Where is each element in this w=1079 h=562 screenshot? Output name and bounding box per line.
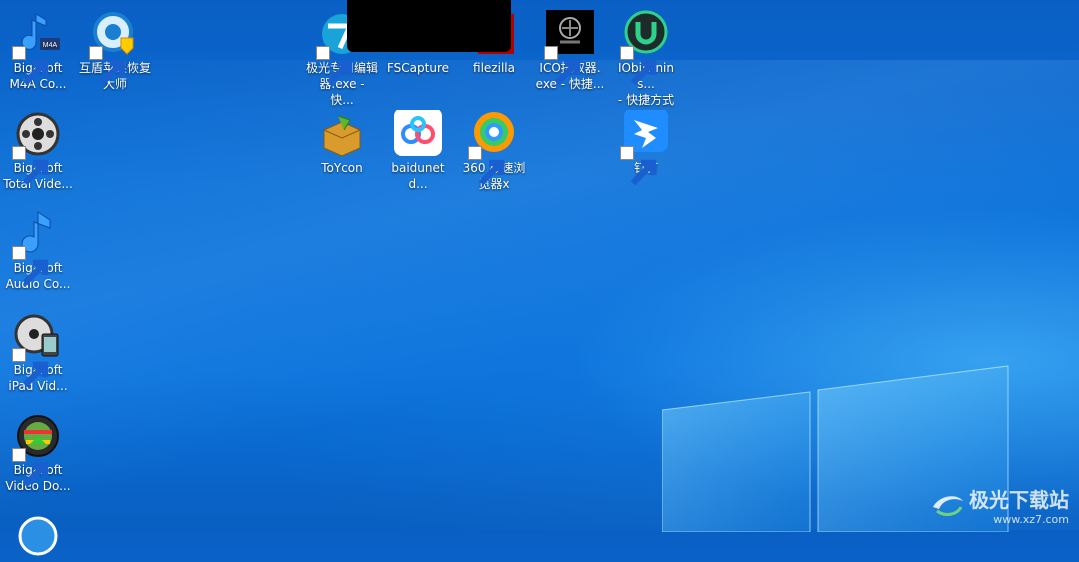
desktop-icon-bigasoft-m4a[interactable]: M4A Bigasoft M4A Co... [0, 10, 76, 92]
shortcut-arrow-icon [620, 146, 657, 186]
desktop-icon-toycon[interactable]: ToYcon [304, 110, 380, 176]
film-reel-ipad-icon [12, 312, 62, 388]
watermark-logo-icon [933, 496, 963, 516]
desktop-icon-dingding[interactable]: 钉钉 [608, 110, 684, 186]
desktop-icon-bigasoft-ipad-video[interactable]: Bigasoft iPad Vid... [0, 312, 76, 394]
icon-label: baidunetd... [391, 161, 445, 191]
desktop-icon-bigasoft-audio[interactable]: Bigasoft Audio Co... [0, 210, 76, 292]
desktop-icon-ico-extractor[interactable]: ICO提取器. exe - 快捷... [532, 10, 608, 92]
watermark-url: www.xz7.com [993, 513, 1069, 526]
redacted-area [347, 0, 511, 52]
shortcut-arrow-icon [12, 448, 49, 488]
shortcut-arrow-icon [468, 146, 505, 186]
desktop-icon-partial[interactable] [0, 512, 76, 562]
desktop-icon-baidunetdisk[interactable]: baidunetd... [380, 110, 456, 192]
dingtalk-icon [620, 110, 670, 186]
site-watermark: 极光下载站 www.xz7.com [931, 484, 1069, 526]
desktop-icon-hudun[interactable]: 互盾苹果恢复 大师 [77, 10, 153, 92]
shortcut-arrow-icon [316, 46, 353, 86]
music-note-icon: M4A [12, 10, 62, 86]
baidu-netdisk-icon [394, 110, 442, 158]
music-note-icon [12, 210, 62, 286]
desktop-icon-iobit-uninstaller[interactable]: IObitUnins... - 快捷方式 [608, 10, 684, 108]
film-reel-icon [12, 110, 62, 186]
recovery-shield-icon [89, 10, 139, 86]
shortcut-arrow-icon [12, 246, 49, 286]
watermark-text: 极光下载站 [969, 488, 1069, 512]
icon-label: ToYcon [321, 161, 363, 175]
refresh-circle-icon [14, 512, 62, 560]
desktop-icon-bigasoft-total-video[interactable]: Bigasoft Total Vide... [0, 110, 76, 192]
ico-extractor-icon [544, 10, 594, 86]
toycon-box-icon [318, 110, 366, 158]
shortcut-arrow-icon [12, 146, 49, 186]
shortcut-arrow-icon [620, 46, 657, 86]
icon-label: FSCapture [386, 61, 450, 75]
shortcut-arrow-icon [544, 46, 581, 86]
desktop-icon-bigasoft-video-downloader[interactable]: Bigasoft Video Do... [0, 412, 76, 494]
icon-label: filezilla [473, 61, 515, 75]
desktop-icon-360-browser[interactable]: 360 极速浏 览器x [456, 110, 532, 192]
browser-360-icon [468, 110, 518, 186]
film-reel-download-icon [12, 412, 62, 488]
shortcut-arrow-icon [12, 46, 49, 86]
shortcut-arrow-icon [89, 46, 126, 86]
iobit-uninstaller-icon [620, 10, 670, 86]
shortcut-arrow-icon [12, 348, 49, 388]
